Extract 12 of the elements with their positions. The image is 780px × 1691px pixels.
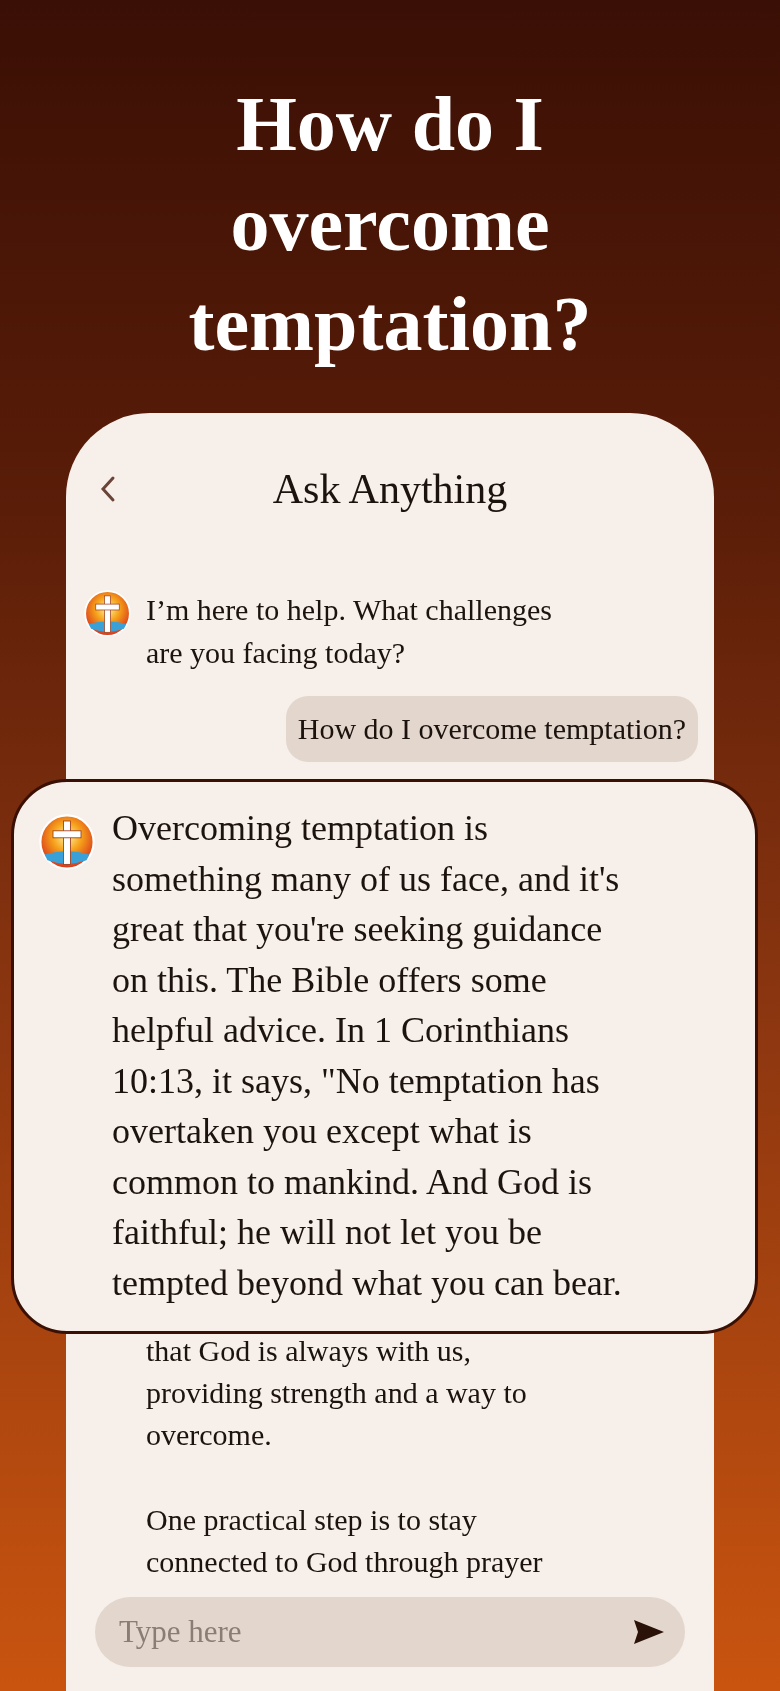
message-input[interactable]: Type here <box>95 1597 685 1667</box>
bot-message-paragraph: One practical step is to stay connected to God through prayer <box>146 1502 544 1580</box>
user-message: How do I overcome temptation? <box>285 696 698 762</box>
send-icon[interactable] <box>633 1619 665 1645</box>
cross-avatar-icon <box>84 590 131 637</box>
back-icon[interactable] <box>100 475 116 503</box>
cross-avatar-icon <box>39 814 95 870</box>
bot-reply: Overcoming temptation is something many of us face, and it's great that you're seeking guidance on this. The Bible offers some helpful advice. In 1 Corinthians 10:13, it says, "No temptation has overtaken you except what is common to mankind. And God is faithful; he will not let you be tempted beyond what you can bear. <box>112 807 622 1305</box>
headline: How do I overcome temptation? <box>187 79 593 369</box>
bot-message-paragraph: that God is always with us, providing strength and a way to overcome. <box>146 1333 528 1453</box>
screen-title: Ask Anything <box>272 465 508 514</box>
bot-message: I’m here to help. What challenges are you facing today? <box>146 592 552 671</box>
